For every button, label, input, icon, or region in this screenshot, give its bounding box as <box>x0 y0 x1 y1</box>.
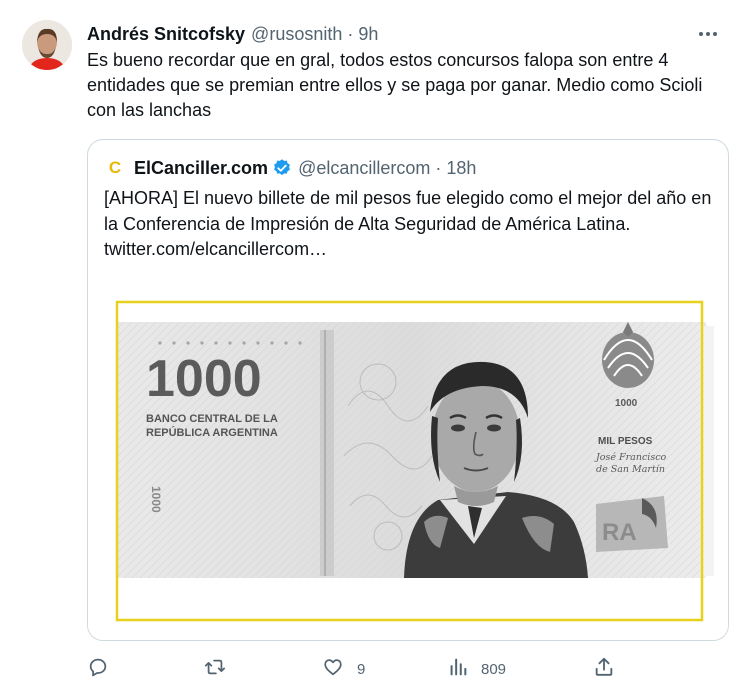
quoted-author-handle: @elcancillercom <box>298 157 431 178</box>
reply-button[interactable] <box>87 654 121 684</box>
quoted-timestamp: 18h <box>446 157 477 178</box>
tweet-text: Es bueno recordar que en gral, todos est… <box>87 50 703 120</box>
quoted-tweet-header: C ElCanciller.com @elcancillercom · 18h <box>104 156 476 180</box>
tweet[interactable]: Andrés Snitcofsky @rusosnith · 9h Es bue… <box>0 0 750 698</box>
tweet-header: Andrés Snitcofsky @rusosnith · 9h <box>87 22 730 46</box>
portrait-caption-line2: de San Martín <box>596 464 665 475</box>
more-options-icon[interactable] <box>694 20 722 48</box>
banknote-image[interactable]: 1000 BANCO CENTRAL DE LA REPÚBLICA ARGEN… <box>88 286 728 640</box>
avatar[interactable] <box>22 20 72 70</box>
quoted-tweet[interactable]: C ElCanciller.com @elcancillercom · 18h … <box>87 139 729 641</box>
author-name[interactable]: Andrés Snitcofsky <box>87 24 245 45</box>
tweet-actions: 9 809 <box>87 654 627 684</box>
heart-icon <box>321 656 345 682</box>
like-button[interactable]: 9 <box>321 654 365 684</box>
watermark-text: RA <box>602 519 637 546</box>
separator-dot: · <box>347 23 354 44</box>
bank-name-line2: REPÚBLICA ARGENTINA <box>146 426 278 439</box>
views-count: 809 <box>481 660 507 678</box>
verified-badge-icon <box>272 158 292 178</box>
reply-icon <box>87 656 109 682</box>
retweet-button[interactable] <box>203 654 239 684</box>
portrait-caption-line1: José Francisco <box>594 452 667 463</box>
quoted-author-avatar: C <box>104 157 126 179</box>
views-chart-icon <box>447 656 469 682</box>
author-handle[interactable]: @rusosnith <box>251 24 342 45</box>
separator-dot: · <box>435 157 442 178</box>
denomination-text: 1000 <box>146 350 262 408</box>
like-count: 9 <box>357 660 366 678</box>
share-button[interactable] <box>593 654 615 684</box>
quoted-author-name: ElCanciller.com <box>134 157 269 178</box>
timestamp[interactable]: 9h <box>358 24 378 45</box>
emblem-value: 1000 <box>615 398 638 409</box>
quoted-tweet-text: [AHORA] El nuevo billete de mil pesos fu… <box>104 188 712 259</box>
share-icon <box>593 656 615 682</box>
views-button[interactable]: 809 <box>447 654 506 684</box>
value-in-words: MIL PESOS <box>598 436 653 447</box>
bank-name-line1: BANCO CENTRAL DE LA <box>146 413 278 425</box>
vertical-denomination: 1000 <box>149 486 163 513</box>
retweet-icon <box>203 656 227 682</box>
